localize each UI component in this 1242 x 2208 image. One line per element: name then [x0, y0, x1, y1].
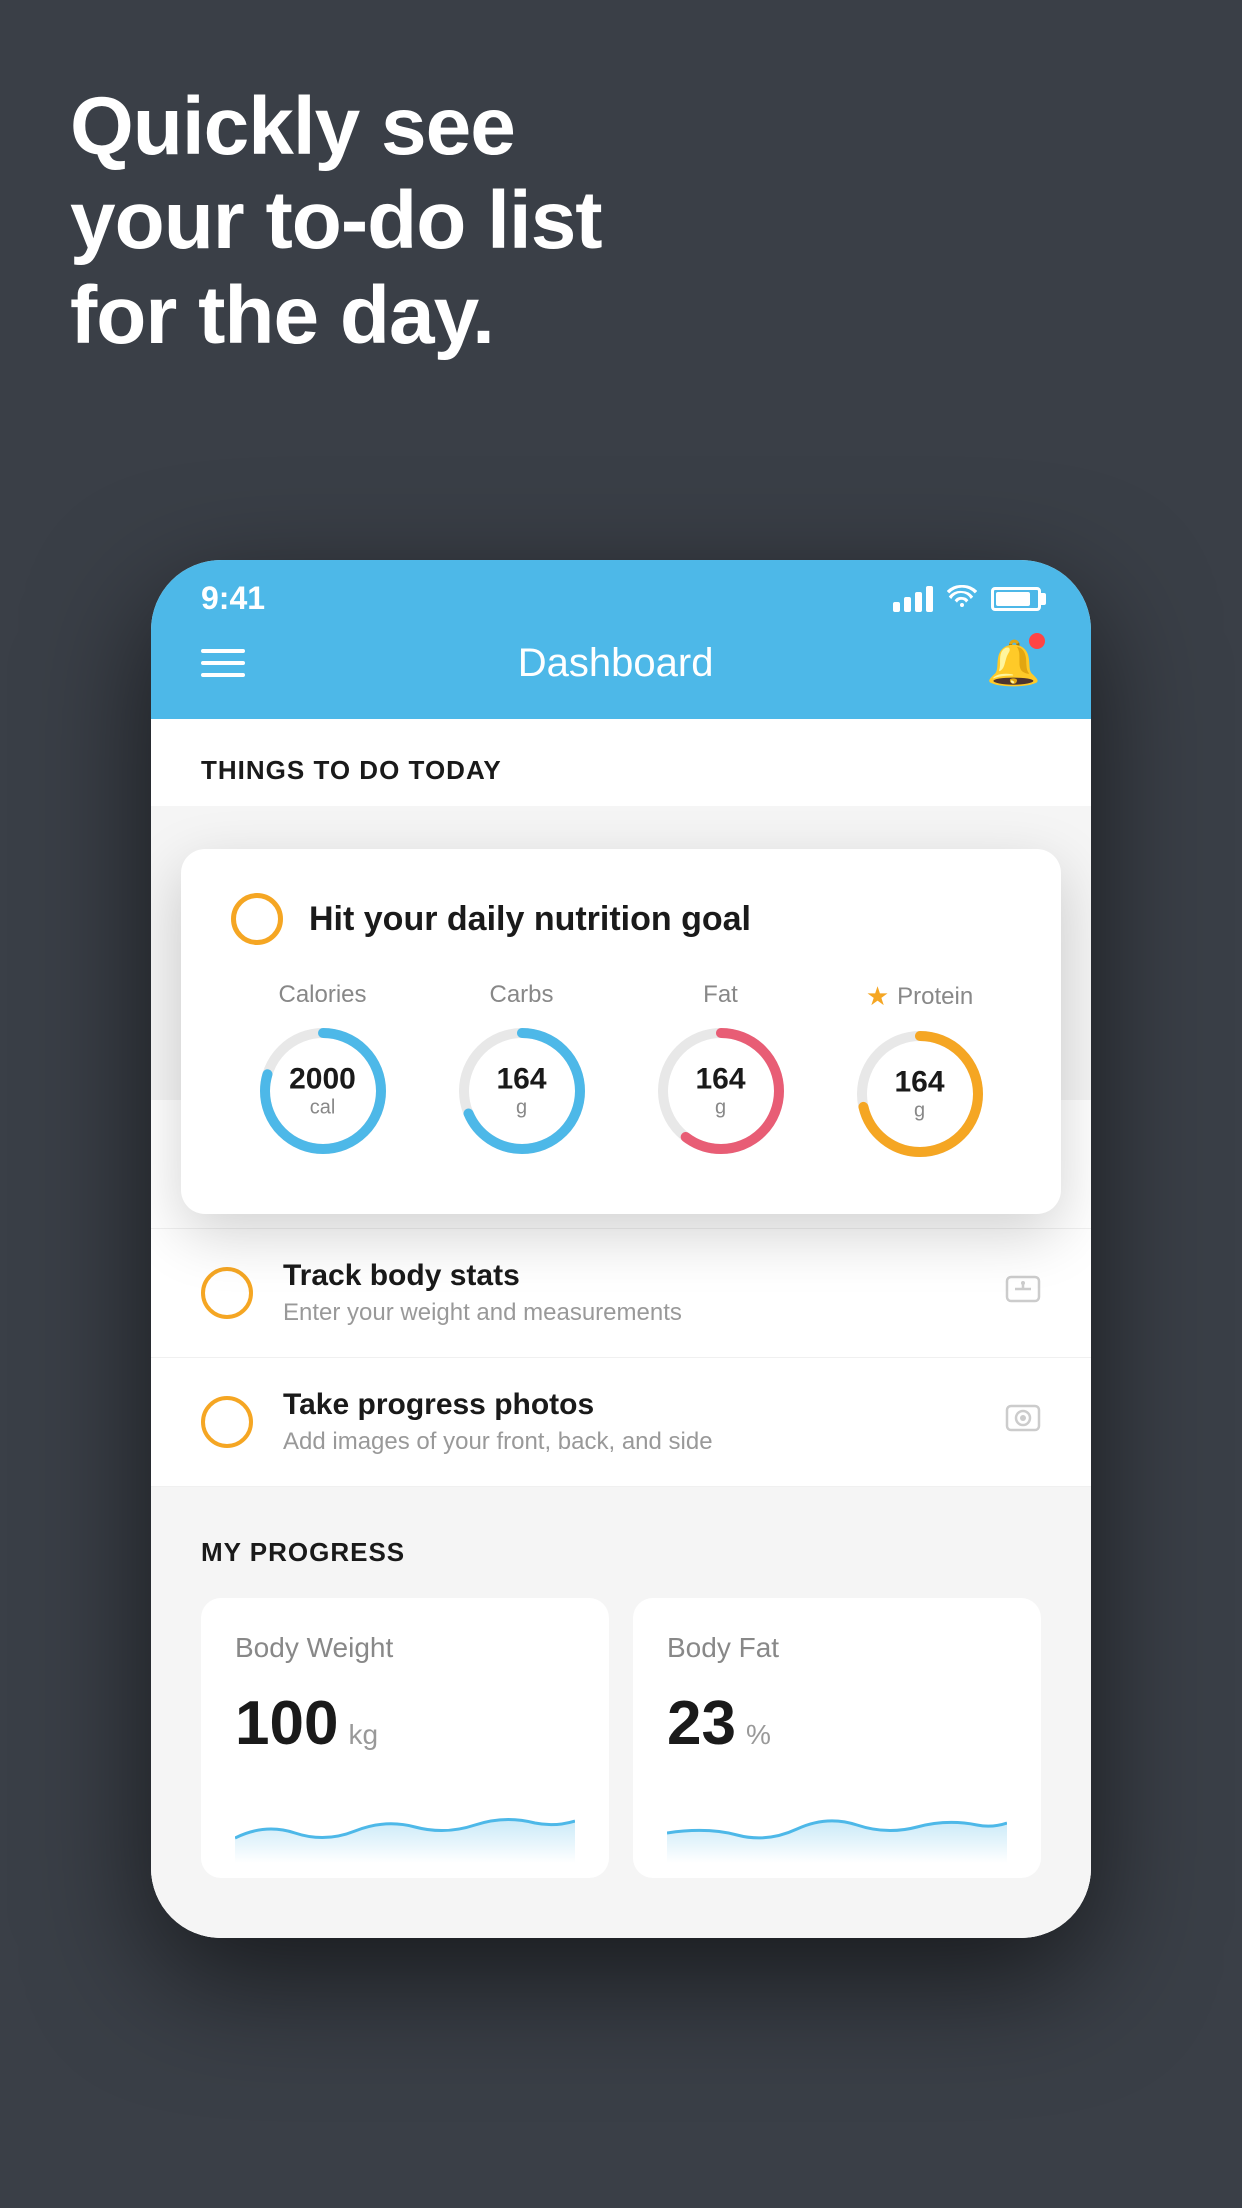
headline: Quickly see your to-do list for the day. [70, 80, 602, 363]
phone-body: THINGS TO DO TODAY Hit your daily nutrit… [151, 719, 1091, 1938]
todo-item-photos[interactable]: Take progress photos Add images of your … [151, 1358, 1091, 1487]
progress-section: MY PROGRESS Body Weight 100 kg [151, 1487, 1091, 1878]
signal-icon [893, 586, 933, 612]
card-header: Hit your daily nutrition goal [231, 893, 1011, 945]
weight-unit: kg [348, 1719, 378, 1751]
calories-ring: 2000 cal [253, 1021, 393, 1161]
header-title: Dashboard [518, 641, 714, 686]
body-stats-sub: Enter your weight and measurements [283, 1299, 1005, 1327]
fat-label: Fat [703, 981, 738, 1009]
carbs-unit: g [496, 1097, 546, 1120]
protein-unit: g [894, 1100, 944, 1123]
battery-icon [991, 587, 1041, 611]
fat-unit: % [746, 1719, 771, 1751]
card-title: Hit your daily nutrition goal [309, 900, 751, 939]
app-header: Dashboard 🔔 [151, 627, 1091, 719]
calories-value: 2000 [289, 1063, 356, 1097]
nutrition-calories: Calories 2000 cal [253, 981, 393, 1164]
status-bar: 9:41 [151, 560, 1091, 627]
notification-bell-icon[interactable]: 🔔 [986, 637, 1041, 689]
fat-unit: g [695, 1097, 745, 1120]
body-stats-circle [201, 1267, 253, 1319]
todo-text-body-stats: Track body stats Enter your weight and m… [283, 1259, 1005, 1327]
weight-value-row: 100 kg [235, 1688, 575, 1759]
photos-circle [201, 1396, 253, 1448]
progress-cards: Body Weight 100 kg [201, 1598, 1041, 1878]
todo-circle-nutrition [231, 893, 283, 945]
wifi-icon [947, 583, 977, 614]
nutrition-card: Hit your daily nutrition goal Calories 2… [181, 849, 1061, 1214]
fat-chart [667, 1783, 1007, 1863]
nutrition-protein: ★ Protein 164 g [850, 981, 990, 1164]
nutrition-fat: Fat 164 g [651, 981, 791, 1164]
progress-title: MY PROGRESS [201, 1537, 1041, 1568]
fat-value-row: 23 % [667, 1688, 1007, 1759]
fat-card-title: Body Fat [667, 1632, 1007, 1664]
status-time: 9:41 [201, 580, 265, 617]
fat-number: 23 [667, 1688, 736, 1759]
weight-chart [235, 1783, 575, 1863]
photos-sub: Add images of your front, back, and side [283, 1428, 1005, 1456]
section-header: THINGS TO DO TODAY [151, 719, 1091, 806]
protein-label-row: ★ Protein [866, 981, 973, 1012]
weight-card-title: Body Weight [235, 1632, 575, 1664]
nutrition-grid: Calories 2000 cal Carbs [231, 981, 1011, 1164]
notification-dot [1029, 633, 1045, 649]
protein-ring: 164 g [850, 1024, 990, 1164]
nutrition-carbs: Carbs 164 g [452, 981, 592, 1164]
todo-text-photos: Take progress photos Add images of your … [283, 1388, 1005, 1456]
menu-button[interactable] [201, 649, 245, 677]
headline-line2: your to-do list [70, 174, 602, 268]
carbs-ring: 164 g [452, 1021, 592, 1161]
phone-bottom [151, 1878, 1091, 1938]
star-icon: ★ [866, 981, 889, 1012]
photo-icon [1005, 1400, 1041, 1445]
scale-icon [1005, 1271, 1041, 1316]
progress-card-weight[interactable]: Body Weight 100 kg [201, 1598, 609, 1878]
fat-ring: 164 g [651, 1021, 791, 1161]
calories-label: Calories [278, 981, 366, 1009]
phone-frame: 9:41 Dashboard 🔔 TH [151, 560, 1091, 1938]
carbs-value: 164 [496, 1063, 546, 1097]
headline-line3: for the day. [70, 269, 602, 363]
carbs-label: Carbs [489, 981, 553, 1009]
protein-value: 164 [894, 1066, 944, 1100]
protein-label: Protein [897, 983, 973, 1011]
calories-unit: cal [289, 1097, 356, 1120]
photos-name: Take progress photos [283, 1388, 1005, 1422]
fat-value: 164 [695, 1063, 745, 1097]
progress-card-fat[interactable]: Body Fat 23 % [633, 1598, 1041, 1878]
body-stats-name: Track body stats [283, 1259, 1005, 1293]
section-title: THINGS TO DO TODAY [201, 755, 1041, 786]
headline-line1: Quickly see [70, 80, 602, 174]
status-icons [893, 583, 1041, 614]
weight-number: 100 [235, 1688, 338, 1759]
todo-item-body-stats[interactable]: Track body stats Enter your weight and m… [151, 1229, 1091, 1358]
